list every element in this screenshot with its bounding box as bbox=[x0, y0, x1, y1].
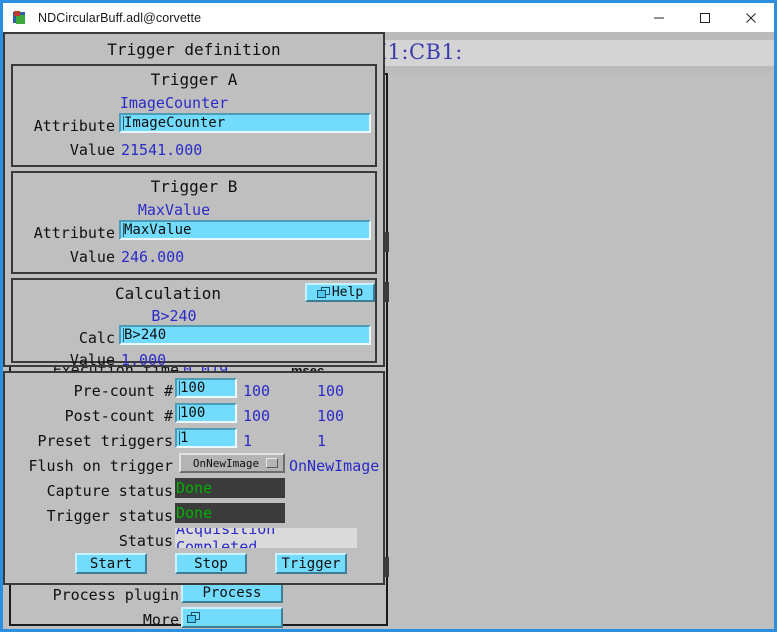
window-title: NDCircularBuff.adl@corvette bbox=[38, 10, 202, 25]
trigger-a-group: Trigger A ImageCounter Attribute ImageCo… bbox=[11, 64, 377, 167]
trigger-definition-panel: Trigger definition Trigger A ImageCounte… bbox=[3, 32, 385, 369]
right-column: Trigger definition Trigger A ImageCounte… bbox=[3, 32, 385, 585]
pre-count-readback2: 100 bbox=[317, 382, 345, 400]
trigger-a-attribute-input[interactable]: ImageCounter bbox=[119, 113, 371, 133]
application-surface: 13SIM1:CB1: asyn port CB1 Plugin type ND… bbox=[3, 32, 774, 629]
label-flush-on-trigger: Flush on trigger bbox=[28, 457, 174, 475]
calc-input[interactable]: B>240 bbox=[119, 325, 371, 345]
trigger-a-attribute-label: Attribute bbox=[33, 117, 115, 135]
trigger-a-attribute-value: ImageCounter bbox=[124, 115, 226, 131]
calc-readback-top: B>240 bbox=[151, 307, 197, 325]
process-plugin-button[interactable]: Process bbox=[181, 582, 283, 603]
application-window: NDCircularBuff.adl@corvette 13SIM1:CB1: … bbox=[0, 0, 777, 632]
status-message: Acquisition Completed bbox=[175, 528, 357, 548]
preset-triggers-input-value: 1 bbox=[180, 430, 189, 446]
post-count-readback: 100 bbox=[243, 407, 271, 425]
minimize-button[interactable] bbox=[636, 3, 682, 32]
process-plugin-label: Process bbox=[202, 584, 262, 601]
capture-control-panel: Pre-count # 100 100 100 Post-count # 100… bbox=[3, 371, 385, 585]
post-count-input-value: 100 bbox=[180, 405, 206, 421]
label-preset-triggers: Preset triggers bbox=[37, 432, 173, 450]
post-count-input[interactable]: 100 bbox=[175, 403, 237, 423]
calc-value-readback: 1.000 bbox=[121, 351, 167, 369]
label-pre-count: Pre-count # bbox=[73, 382, 173, 400]
flush-on-trigger-menu-value: OnNewImage bbox=[192, 456, 260, 470]
trigger-b-value-label: Value bbox=[69, 248, 115, 266]
trigger-a-name-readback: ImageCounter bbox=[119, 94, 229, 112]
preset-triggers-readback2: 1 bbox=[317, 432, 327, 450]
preset-triggers-readback: 1 bbox=[243, 432, 253, 450]
trigger-b-attribute-label: Attribute bbox=[33, 224, 115, 242]
maximize-button[interactable] bbox=[682, 3, 728, 32]
start-button[interactable]: Start bbox=[75, 553, 147, 574]
trigger-button-label: Trigger bbox=[281, 555, 341, 572]
calc-value-label: Value bbox=[69, 351, 115, 369]
more-related-display-button[interactable] bbox=[181, 607, 283, 628]
calculation-title: Calculation bbox=[115, 284, 221, 303]
calc-help-button[interactable]: Help bbox=[305, 283, 375, 302]
preset-triggers-input[interactable]: 1 bbox=[175, 428, 237, 448]
related-display-icon bbox=[316, 286, 330, 299]
trigger-b-name-readback: MaxValue bbox=[137, 201, 211, 219]
label-process-plugin: Process plugin bbox=[52, 586, 179, 604]
label-trigger-status: Trigger status bbox=[46, 507, 173, 525]
flush-on-trigger-menu[interactable]: OnNewImage bbox=[179, 453, 285, 473]
trigger-b-title: Trigger B bbox=[150, 177, 238, 196]
trigger-status-value: Done bbox=[175, 503, 285, 523]
calc-label: Calc bbox=[78, 329, 115, 347]
pre-count-input-value: 100 bbox=[180, 380, 206, 396]
trigger-b-group: Trigger B MaxValue Attribute MaxValue Va… bbox=[11, 171, 377, 274]
related-display-icon bbox=[187, 611, 200, 624]
pre-count-input[interactable]: 100 bbox=[175, 378, 237, 398]
label-more: More bbox=[142, 611, 179, 629]
trigger-a-value-label: Value bbox=[69, 141, 115, 159]
calc-input-value: B>240 bbox=[124, 327, 167, 343]
stop-button[interactable]: Stop bbox=[175, 553, 247, 574]
trigger-b-attribute-value: MaxValue bbox=[124, 222, 192, 238]
stop-button-label: Stop bbox=[194, 555, 228, 572]
close-button[interactable] bbox=[728, 3, 774, 32]
window-controls bbox=[636, 3, 774, 32]
trigger-b-attribute-input[interactable]: MaxValue bbox=[119, 220, 371, 240]
chevron-down-icon bbox=[266, 458, 278, 468]
window-titlebar: NDCircularBuff.adl@corvette bbox=[3, 3, 774, 32]
label-post-count: Post-count # bbox=[64, 407, 173, 425]
trigger-definition-title: Trigger definition bbox=[107, 40, 281, 59]
calculation-group: Calculation Help B>240 Calc B>240 Value … bbox=[11, 278, 377, 369]
capture-status-value: Done bbox=[175, 478, 285, 498]
flush-on-trigger-readback: OnNewImage bbox=[289, 457, 380, 475]
trigger-button[interactable]: Trigger bbox=[275, 553, 347, 574]
pre-count-readback: 100 bbox=[243, 382, 271, 400]
trigger-a-title: Trigger A bbox=[150, 70, 238, 89]
post-count-readback2: 100 bbox=[317, 407, 345, 425]
trigger-b-value-readback: 246.000 bbox=[121, 248, 185, 266]
start-button-label: Start bbox=[89, 555, 133, 572]
label-capture-status: Capture status bbox=[46, 482, 173, 500]
app-icon bbox=[13, 10, 29, 26]
label-status: Status bbox=[118, 532, 173, 550]
trigger-a-value-readback: 21541.000 bbox=[121, 141, 203, 159]
calc-help-label: Help bbox=[331, 285, 364, 300]
